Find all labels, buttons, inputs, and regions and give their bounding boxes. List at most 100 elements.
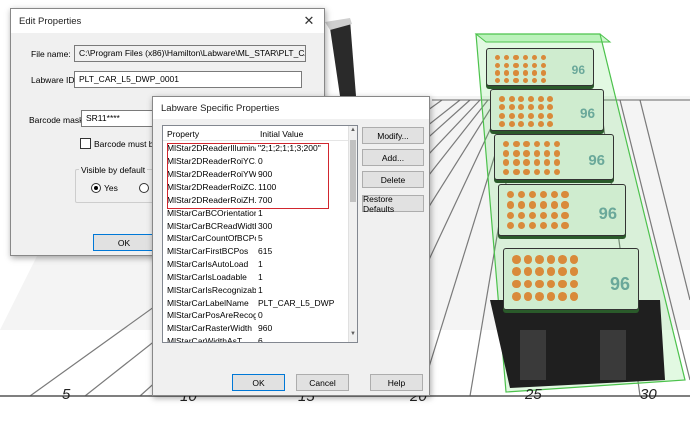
well (495, 55, 501, 61)
highlight-box (167, 143, 329, 209)
well (531, 62, 538, 68)
well (508, 96, 515, 102)
close-icon[interactable]: ✕ (294, 9, 324, 33)
well (495, 62, 501, 68)
well (554, 150, 561, 157)
well (533, 150, 541, 157)
well (508, 112, 515, 119)
well (558, 292, 567, 301)
well (535, 292, 544, 301)
well (495, 70, 501, 76)
barcode-mask-field[interactable]: SR11**** (81, 110, 156, 127)
well (550, 222, 558, 230)
well (507, 191, 515, 199)
lsp-help-button[interactable]: Help (370, 374, 423, 391)
well (550, 191, 558, 199)
well (533, 141, 541, 148)
lsp-ok-button[interactable]: OK (232, 374, 285, 391)
property-row[interactable]: MlStarCarIsAutoLoad 1 (163, 258, 351, 271)
property-value: 960 (258, 323, 273, 334)
property-list-scrollbar[interactable]: ▲ ▼ (348, 126, 357, 342)
well (528, 201, 537, 209)
well (539, 222, 547, 230)
labware-specific-titlebar[interactable]: Labware Specific Properties (153, 97, 429, 119)
property-value: 5 (258, 233, 263, 244)
well (539, 201, 547, 209)
add-button[interactable]: Add... (362, 149, 424, 166)
property-row[interactable]: MlStarCarIsLoadable 1 (163, 271, 351, 284)
restore-defaults-button[interactable]: Restore Defaults (362, 194, 424, 214)
well (558, 279, 567, 289)
well (561, 222, 569, 230)
well (535, 279, 544, 289)
property-row[interactable]: MlStarCarFirstBCPos 615 (163, 245, 351, 258)
property-row[interactable]: MlStarCarRasterWidth 960 (163, 322, 351, 335)
well (550, 201, 558, 209)
well (504, 77, 510, 84)
well (537, 104, 544, 111)
file-name-field[interactable]: C:\Program Files (x86)\Hamilton\Labware\… (74, 45, 306, 62)
well (531, 70, 538, 76)
well (540, 55, 547, 61)
well (528, 96, 534, 102)
labware-id-field[interactable]: PLT_CAR_L5_DWP_0001 (74, 71, 302, 88)
lsp-cancel-button[interactable]: Cancel (296, 374, 349, 391)
modify-button[interactable]: Modify... (362, 127, 424, 144)
column-header-property[interactable]: Property (163, 126, 256, 141)
property-row[interactable]: MlStarCarIsRecognizable 1 (163, 283, 351, 296)
well (547, 121, 554, 128)
well (540, 70, 547, 76)
property-value: 1 (258, 284, 263, 295)
well (499, 104, 505, 111)
labware-specific-properties-dialog: Labware Specific Properties Property Ini… (152, 96, 430, 396)
well (513, 168, 520, 176)
visible-by-default-label: Visible by default (79, 165, 148, 175)
well (523, 159, 530, 166)
barcode-mask-label: Barcode mask: (29, 115, 86, 125)
well (517, 222, 526, 230)
well (554, 141, 561, 148)
well (513, 77, 519, 84)
well (569, 267, 579, 277)
well (518, 121, 525, 128)
plate-label: 96 (571, 62, 585, 77)
property-value: PLT_CAR_L5_DWP (258, 297, 335, 308)
visible-no-radio[interactable] (139, 183, 149, 193)
property-row[interactable]: MlStarCarCountOfBCPos 5 (163, 232, 351, 245)
well (558, 267, 567, 277)
property-row[interactable]: MlStarCarWidthAsT 6 (163, 335, 351, 343)
scroll-thumb[interactable] (350, 140, 356, 202)
property-row[interactable]: MlStarCarPosAreRecog... 0 (163, 309, 351, 322)
property-row[interactable]: MlStarCarBCReadWidth 300 (163, 219, 351, 232)
well (528, 121, 534, 128)
visible-yes-radio[interactable] (91, 183, 101, 193)
delete-button[interactable]: Delete (362, 171, 424, 188)
axis-label-30: 30 (640, 386, 657, 403)
property-name: MlStarCarPosAreRecog... (167, 310, 256, 321)
scroll-up-icon[interactable]: ▲ (349, 127, 357, 137)
well (517, 201, 526, 209)
well (543, 168, 551, 176)
well (522, 62, 528, 68)
edit-properties-titlebar[interactable]: Edit Properties ✕ (11, 9, 324, 33)
property-value: 1 (258, 259, 263, 270)
visible-yes-label: Yes (104, 183, 118, 193)
well (504, 55, 510, 61)
well (546, 267, 556, 277)
well (507, 201, 515, 209)
well (561, 201, 569, 209)
well (499, 96, 505, 102)
well (543, 150, 551, 157)
well (522, 77, 528, 84)
scroll-down-icon[interactable]: ▼ (349, 331, 357, 341)
well (499, 121, 505, 128)
well (546, 255, 556, 264)
edit-properties-ok-button[interactable]: OK (93, 234, 155, 251)
property-name: MlStarCarCountOfBCPos (167, 233, 256, 244)
property-name: MlStarCarLabelName (167, 297, 249, 308)
column-header-initial-value[interactable]: Initial Value (256, 126, 351, 141)
barcode-unique-checkbox[interactable] (80, 138, 91, 149)
well (558, 255, 567, 264)
property-value: 6 (258, 336, 263, 343)
property-row[interactable]: MlStarCarLabelName PLT_CAR_L5_DWP (163, 296, 351, 309)
